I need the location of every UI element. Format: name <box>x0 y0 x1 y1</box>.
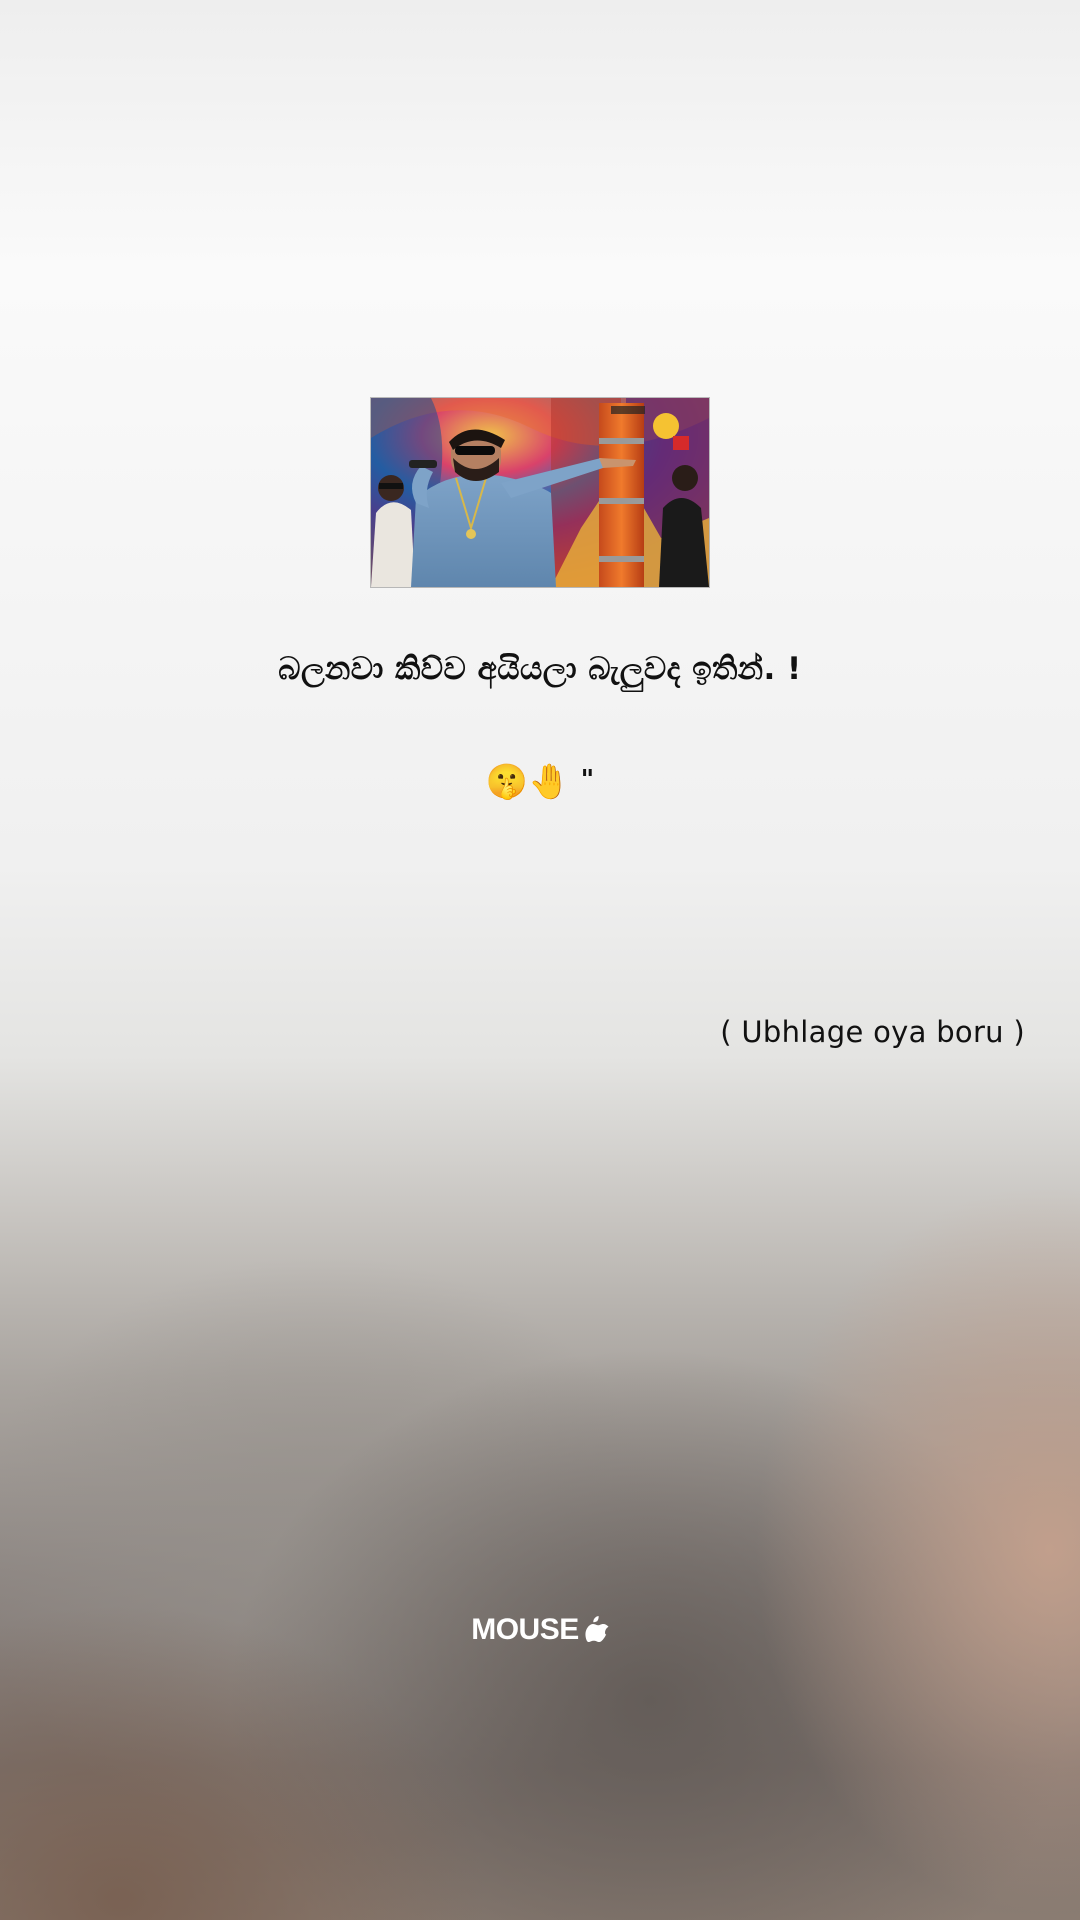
brand-watermark: MOUSE <box>0 1613 1080 1650</box>
apple-icon <box>585 1614 609 1650</box>
post-caption: බලනවා කිව්ව අයියලා බැලුවද ඉතින්. ! <box>278 651 802 687</box>
shushing-face-emoji: 🤫 <box>485 761 529 802</box>
brand-label: MOUSE <box>471 1613 579 1646</box>
emoji-row: 🤫🤚 " <box>0 758 1080 802</box>
translation-note: ( Ubhlage oya boru ) <box>720 1015 1025 1049</box>
post-image <box>371 398 709 587</box>
raised-hand-emoji: 🤚 <box>528 761 571 802</box>
quote-mark: " <box>580 765 595 795</box>
